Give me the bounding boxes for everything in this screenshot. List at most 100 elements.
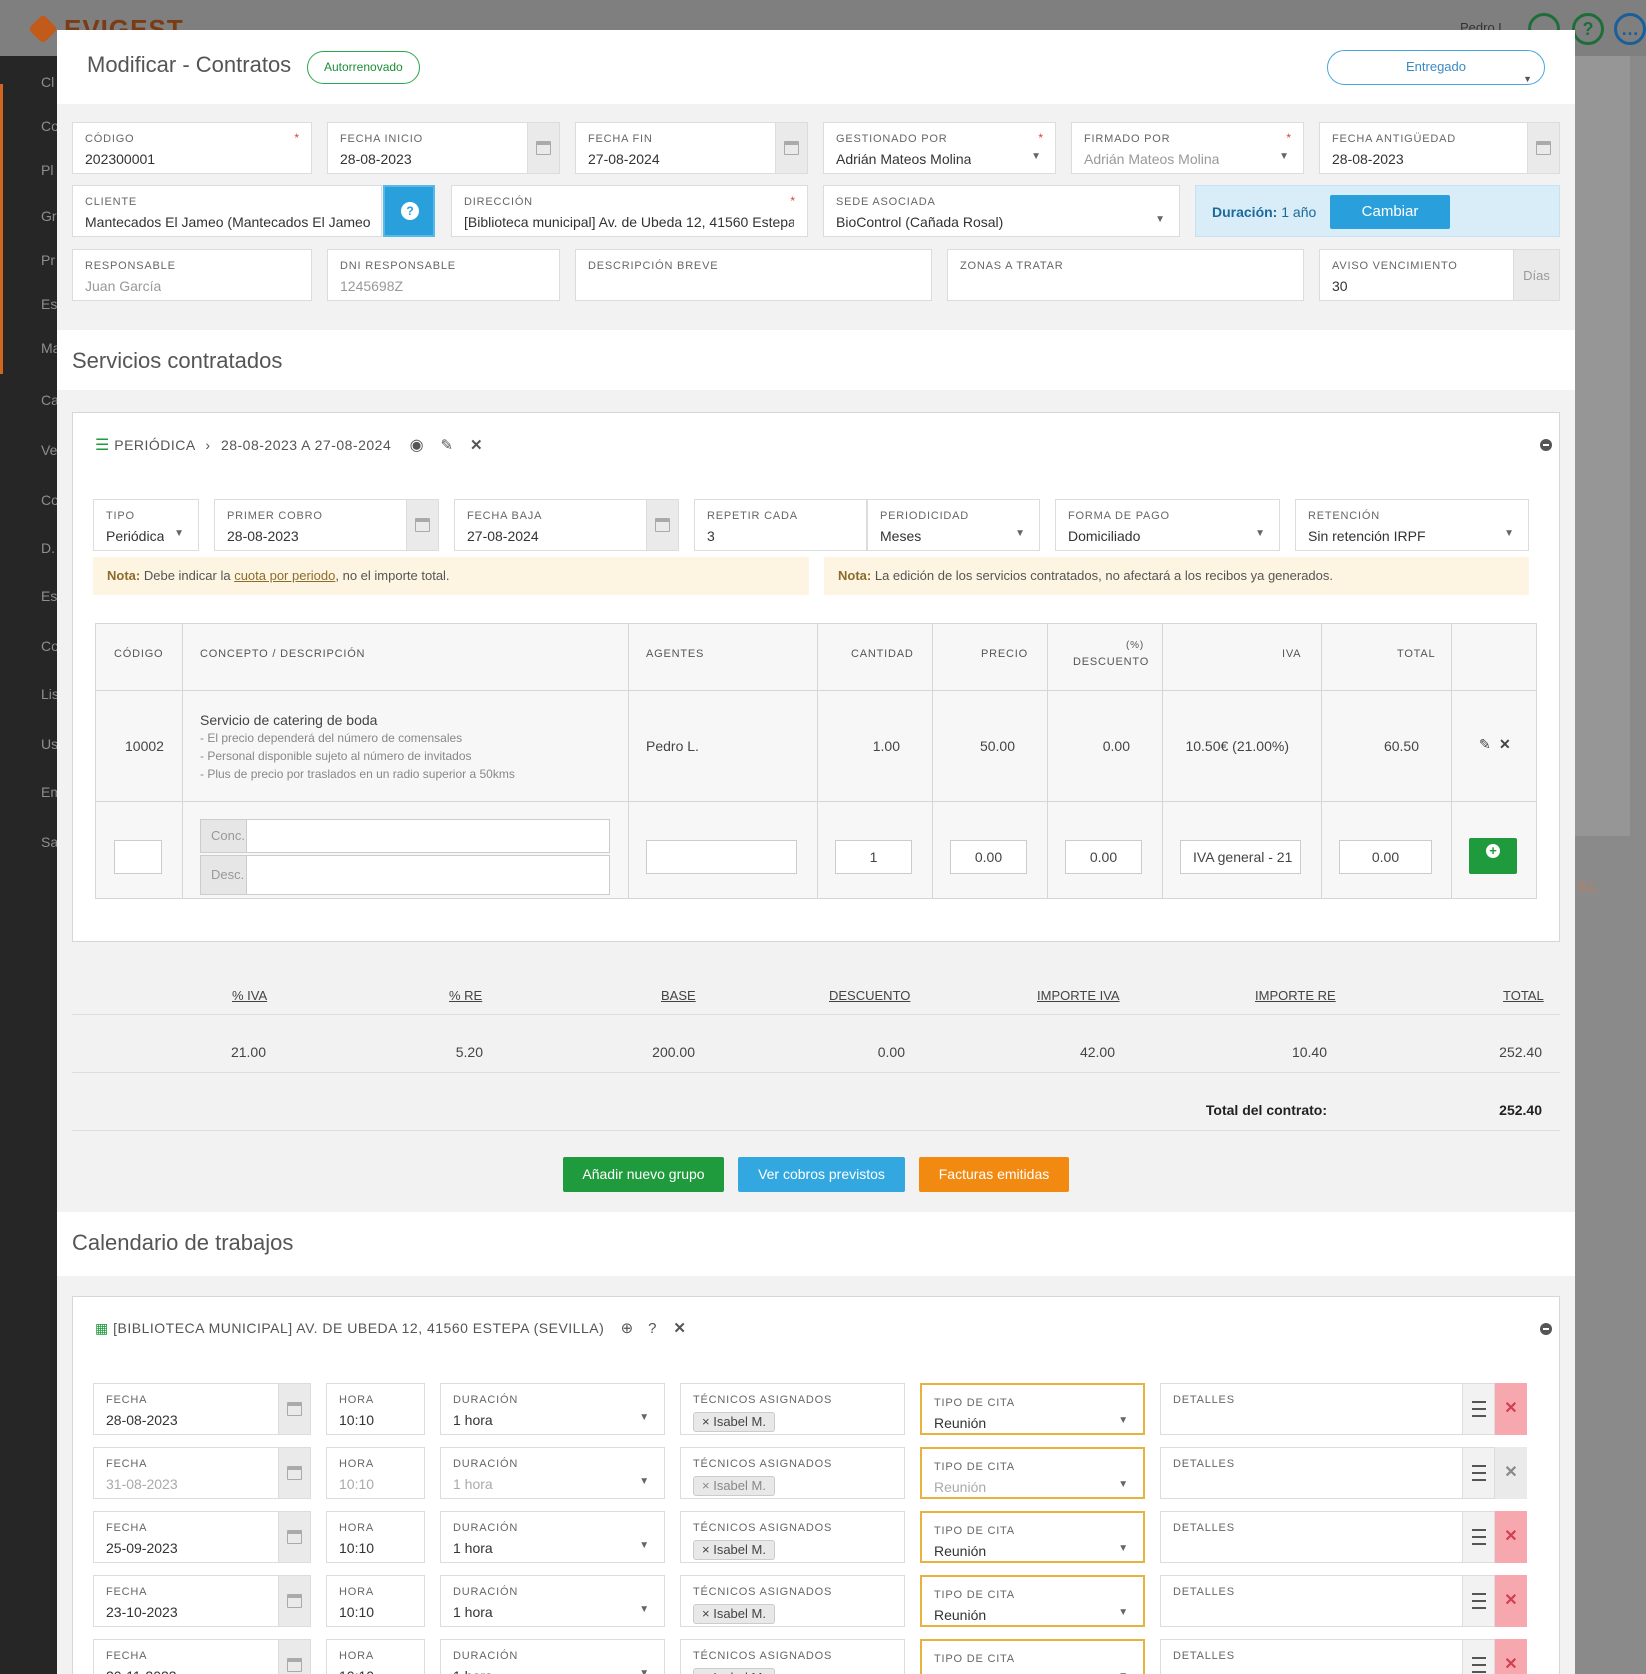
sidebar-item[interactable]: Sal [41,834,57,850]
cita-tecnicos-select[interactable]: Técnicos asignados × Isabel M. [680,1383,905,1435]
sidebar-item[interactable]: Cor [41,492,57,508]
cita-hora-field[interactable]: Hora 10:10 [326,1511,425,1563]
new-total-input[interactable]: 0.00 [1339,840,1432,874]
cita-fecha-field[interactable]: Fecha 20-11-2023 [93,1639,311,1674]
forma-pago-select[interactable]: Forma de pago Domiciliado ▼ [1055,499,1280,551]
new-agentes-input[interactable] [646,840,797,874]
cita-tipo-select[interactable]: Tipo de cita Reunión ▼ [920,1383,1145,1435]
help-icon[interactable]: ? [648,1320,657,1337]
ver-cobros-button[interactable]: Ver cobros previstos [738,1157,905,1192]
collapse-icon[interactable] [1540,1323,1552,1335]
sidebar-item[interactable]: Usu [41,736,57,752]
cita-fecha-field[interactable]: Fecha 31-08-2023 [93,1447,311,1499]
eye-icon[interactable]: ◉ [410,437,424,454]
cita-tipo-select[interactable]: Tipo de cita Reunión ▼ [920,1447,1145,1499]
sidebar-item[interactable]: Est [41,588,57,604]
aviso-vencimiento-field[interactable]: Aviso vencimiento 30 Días [1319,249,1560,301]
sidebar-item[interactable]: List [41,686,57,702]
sliders-icon[interactable] [1462,1576,1494,1626]
cita-detalles-field[interactable]: Detalles [1160,1575,1495,1627]
new-cantidad-input[interactable]: 1 [835,840,912,874]
close-icon[interactable]: ✕ [470,437,483,454]
cita-tecnicos-select[interactable]: Técnicos asignados × Isabel M. [680,1639,905,1674]
calendar-icon[interactable] [646,500,678,550]
sidebar-item[interactable]: Pl [41,162,57,178]
delete-cita-button[interactable]: ✕ [1495,1575,1527,1627]
calendar-icon[interactable] [278,1448,310,1498]
sidebar-item[interactable]: Ma [41,340,57,356]
cita-tecnicos-select[interactable]: Técnicos asignados × Isabel M. [680,1447,905,1499]
plus-circle-icon[interactable]: ⊕ [621,1320,634,1337]
pencil-icon[interactable]: ✎ [441,437,454,454]
zonas-tratar-field[interactable]: Zonas a tratar [947,249,1304,301]
tecnico-chip[interactable]: × Isabel M. [693,1604,775,1624]
sliders-icon[interactable] [1462,1384,1494,1434]
tecnico-chip[interactable]: × Isabel M. [693,1476,775,1496]
new-descripcion-textarea[interactable]: Desc. [200,855,610,895]
sidebar-item[interactable]: Cor [41,638,57,654]
sidebar-item[interactable]: Ver [41,442,57,458]
direccion-select[interactable]: Dirección * [Biblioteca municipal] Av. d… [451,185,808,237]
new-concepto-input[interactable]: Conc. [200,819,610,853]
cita-tipo-select[interactable]: Tipo de cita Reunión ▼ [920,1575,1145,1627]
responsable-field[interactable]: Responsable Juan García [72,249,312,301]
calendar-icon[interactable] [1527,123,1559,173]
calendar-icon[interactable] [278,1512,310,1562]
tecnico-chip[interactable]: × Isabel M. [693,1540,775,1560]
cita-duracion-select[interactable]: Duración 1 hora ▼ [440,1447,665,1499]
help-icon[interactable]: ? [1572,13,1604,45]
cita-hora-field[interactable]: Hora 10:10 [326,1447,425,1499]
fecha-antiguedad-field[interactable]: Fecha antigüedad 28-08-2023 [1319,122,1560,174]
primer-cobro-field[interactable]: Primer cobro 28-08-2023 [214,499,439,551]
pencil-icon[interactable]: ✎ [1479,736,1491,753]
facturas-button[interactable]: Facturas emitidas [919,1157,1069,1192]
fecha-fin-field[interactable]: Fecha fin 27-08-2024 [575,122,808,174]
descripcion-breve-field[interactable]: Descripción breve [575,249,932,301]
sidebar-item[interactable]: Em [41,784,57,800]
cita-fecha-field[interactable]: Fecha 23-10-2023 [93,1575,311,1627]
close-icon[interactable]: ✕ [1499,736,1511,753]
cita-fecha-field[interactable]: Fecha 28-08-2023 [93,1383,311,1435]
chat-icon[interactable]: … [1614,13,1646,45]
sede-asociada-select[interactable]: Sede asociada BioControl (Cañada Rosal) … [823,185,1180,237]
tecnico-chip[interactable]: × Isabel M. [693,1412,775,1432]
sliders-icon[interactable] [1462,1512,1494,1562]
cuota-link[interactable]: cuota por periodo [234,568,335,583]
delete-cita-button[interactable]: ✕ [1495,1511,1527,1563]
delete-cita-button[interactable]: ✕ [1495,1383,1527,1435]
cita-duracion-select[interactable]: Duración 1 hora ▼ [440,1575,665,1627]
cita-hora-field[interactable]: Hora 10:10 [326,1639,425,1674]
tipo-select[interactable]: Tipo Periódica ▼ [93,499,199,551]
calendar-icon[interactable] [278,1640,310,1674]
sidebar-item[interactable]: Co [41,118,57,134]
sidebar-item[interactable]: D. I [41,540,57,556]
sidebar-item[interactable]: Cat [41,392,57,408]
periodicidad-select[interactable]: Periodicidad Meses ▼ [867,499,1040,551]
new-descuento-input[interactable]: 0.00 [1065,840,1142,874]
cita-duracion-select[interactable]: Duración 1 hora ▼ [440,1639,665,1674]
cita-tecnicos-select[interactable]: Técnicos asignados × Isabel M. [680,1511,905,1563]
delete-cita-button[interactable]: ✕ [1495,1447,1527,1499]
fecha-inicio-field[interactable]: Fecha inicio 28-08-2023 [327,122,560,174]
codigo-field[interactable]: Código * 202300001 [72,122,312,174]
retencion-select[interactable]: Retención Sin retención IRPF ▼ [1295,499,1529,551]
new-precio-input[interactable]: 0.00 [950,840,1027,874]
new-iva-select[interactable]: IVA general - 21 [1180,840,1301,874]
cita-tipo-select[interactable]: Tipo de cita Reunión ▼ [920,1511,1145,1563]
cita-fecha-field[interactable]: Fecha 25-09-2023 [93,1511,311,1563]
add-service-button[interactable] [1469,838,1517,874]
cita-detalles-field[interactable]: Detalles [1160,1447,1495,1499]
sidebar-item[interactable]: Es [41,296,57,312]
sliders-icon[interactable] [1462,1448,1494,1498]
cita-duracion-select[interactable]: Duración 1 hora ▼ [440,1511,665,1563]
collapse-icon[interactable] [1540,439,1552,451]
calendar-icon[interactable] [775,123,807,173]
cliente-help-button[interactable]: ? [383,185,435,237]
cambiar-button[interactable]: Cambiar [1330,195,1450,229]
sidebar-item[interactable]: Cl [41,74,57,90]
cita-detalles-field[interactable]: Detalles [1160,1639,1495,1674]
sidebar-item[interactable]: Gr [41,208,57,224]
status-select[interactable]: Entregado ▼ [1327,50,1545,85]
calendar-icon[interactable] [278,1384,310,1434]
cita-hora-field[interactable]: Hora 10:10 [326,1575,425,1627]
